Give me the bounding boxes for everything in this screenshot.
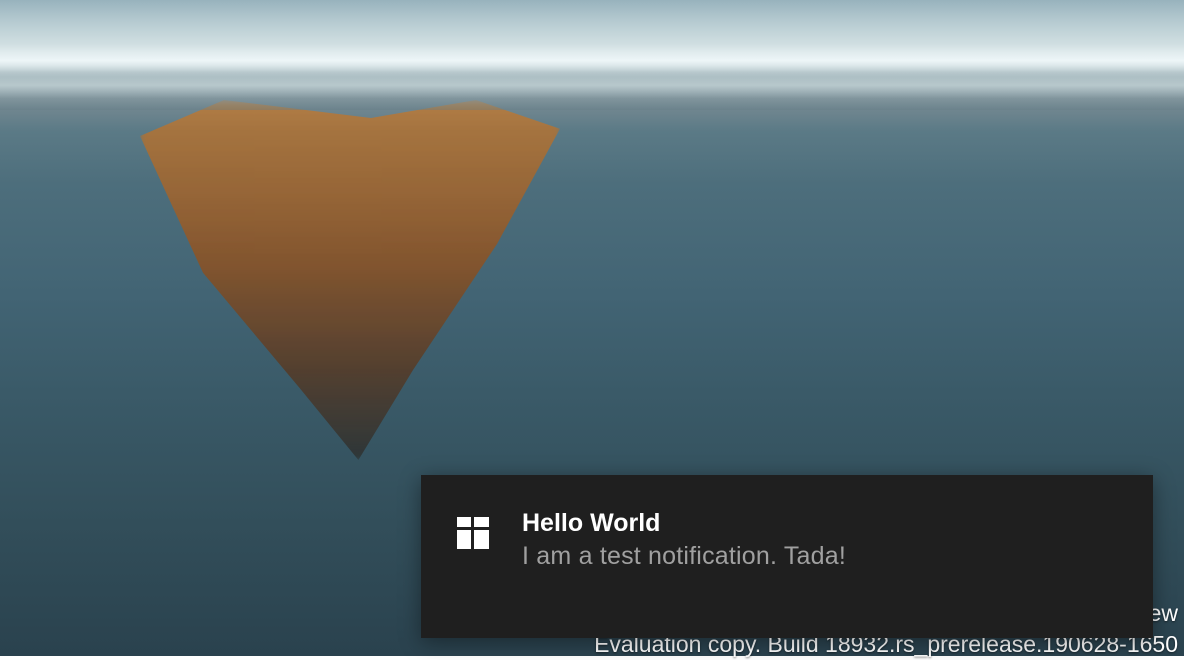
notification-body: I am a test notification. Tada! [522, 542, 846, 571]
window-tiles-icon [457, 517, 489, 549]
notification-title: Hello World [522, 509, 846, 538]
notification-content: Hello World I am a test notification. Ta… [522, 509, 846, 571]
notification-toast[interactable]: Hello World I am a test notification. Ta… [421, 475, 1153, 638]
